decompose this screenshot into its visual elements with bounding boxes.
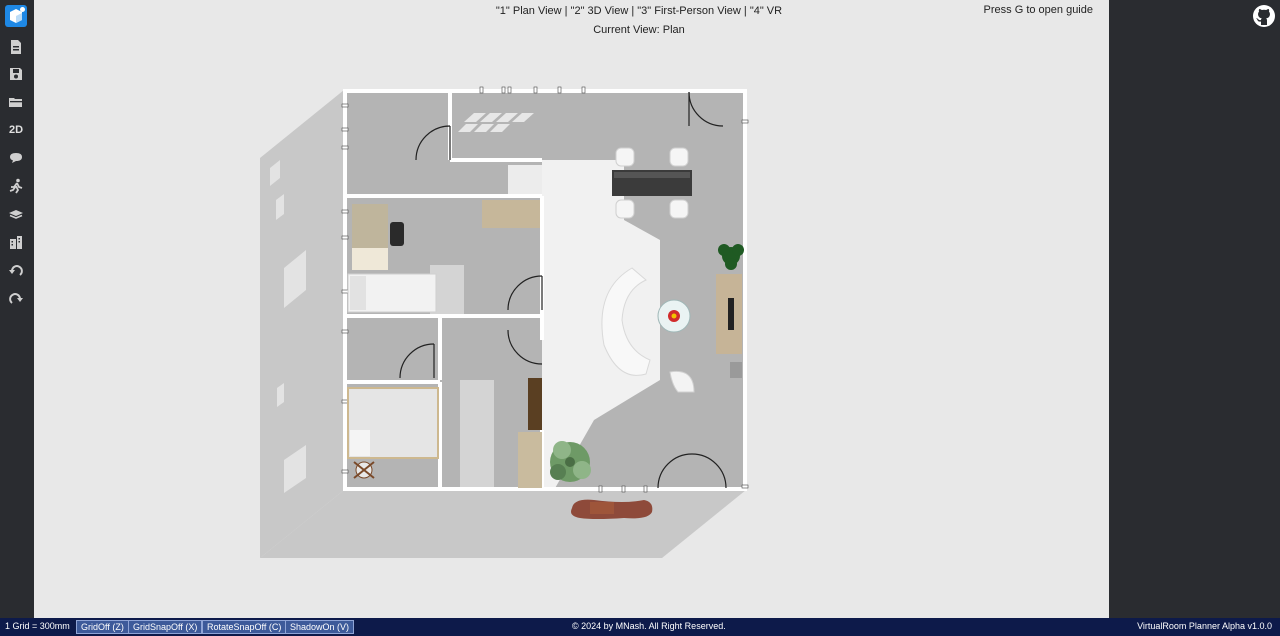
view-2d-label: 2D [8,124,24,136]
plan-viewport[interactable]: Press G to open guide [34,0,1109,618]
walk-icon[interactable] [4,175,28,197]
view-3d-icon[interactable] [4,147,28,169]
view-2d-button[interactable]: 2D [4,119,28,141]
building-shadow [260,90,344,558]
shadow-toggle-button[interactable]: ShadowOn (V) [285,620,355,634]
status-bar: 1 Grid = 300mm GridOff (Z) GridSnapOff (… [0,618,1280,636]
new-file-icon[interactable] [4,36,28,58]
open-folder-icon[interactable] [4,91,28,113]
speaker [730,362,742,378]
floor-plan-canvas[interactable] [34,0,1109,618]
grid-toggle-button[interactable]: GridOff (Z) [76,620,129,634]
building-shadow-bottom [260,490,746,558]
cabinet [482,200,540,228]
grid-snap-toggle-button[interactable]: GridSnapOff (X) [128,620,203,634]
view-modes-hint: "1" Plan View | "2" 3D View | "3" First-… [495,5,783,17]
current-view-label: Current View: Plan [593,24,685,36]
right-panel [1109,0,1280,618]
desk [352,204,388,248]
tv [728,298,734,330]
rotate-snap-toggle-button[interactable]: RotateSnapOff (C) [202,620,287,634]
layers-icon[interactable] [4,203,28,225]
copyright-text: © 2024 by MNash. All Right Reserved. [572,621,726,631]
save-icon[interactable] [4,63,28,85]
grid-scale-label: 1 Grid = 300mm [5,621,70,631]
dresser [518,432,542,488]
version-text: VirtualRoom Planner Alpha v1.0.0 [1137,621,1272,631]
github-icon[interactable] [1252,4,1276,28]
redo-icon[interactable] [4,287,28,309]
left-toolbar: 2D [0,0,34,618]
office-chair [390,222,404,246]
app-logo-cube-icon[interactable] [4,4,28,28]
side-table [353,461,375,479]
desk-front [352,248,388,270]
wardrobe [528,378,542,430]
undo-icon[interactable] [4,259,28,281]
building-icon[interactable] [4,231,28,253]
